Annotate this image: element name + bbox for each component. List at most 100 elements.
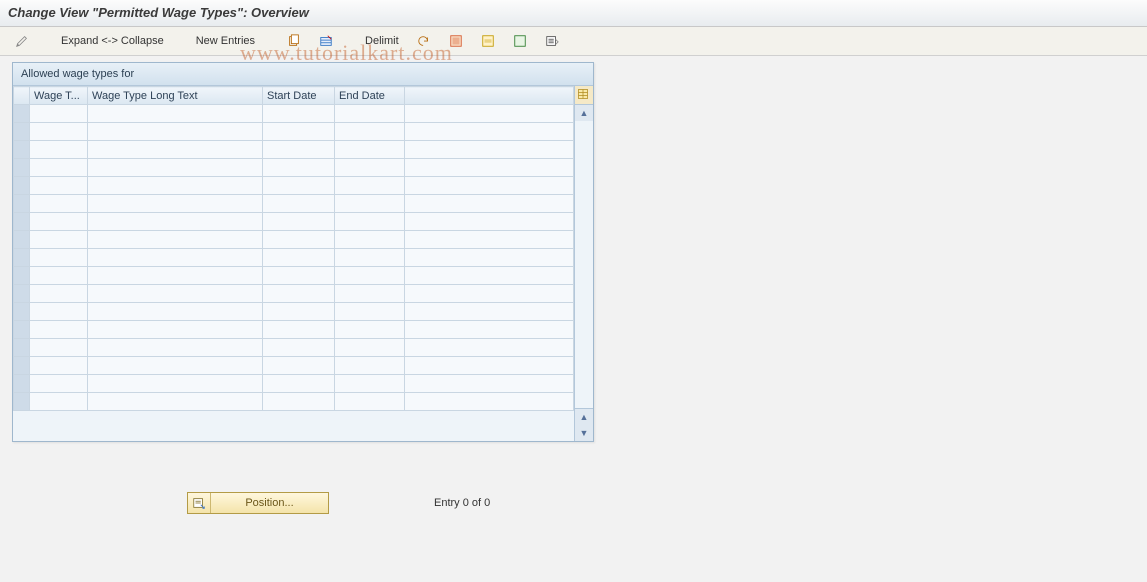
cell-end-date[interactable] — [335, 177, 405, 195]
cell-end-date[interactable] — [335, 141, 405, 159]
cell-wage-type[interactable] — [30, 177, 88, 195]
deselect-all-button[interactable] — [508, 31, 532, 51]
cell-wage-type[interactable] — [30, 285, 88, 303]
cell-end-date[interactable] — [335, 159, 405, 177]
delete-button[interactable] — [314, 31, 338, 51]
expand-collapse-button[interactable]: Expand <-> Collapse — [56, 32, 169, 50]
table-row[interactable] — [14, 213, 574, 231]
row-selector[interactable] — [14, 285, 30, 303]
cell-end-date[interactable] — [335, 249, 405, 267]
col-wage-type[interactable]: Wage T... — [30, 87, 88, 105]
cell-start-date[interactable] — [263, 339, 335, 357]
undo-change-button[interactable] — [412, 31, 436, 51]
table-row[interactable] — [14, 195, 574, 213]
row-selector[interactable] — [14, 339, 30, 357]
cell-wage-type-long[interactable] — [88, 141, 263, 159]
copy-as-button[interactable] — [282, 31, 306, 51]
cell-wage-type-long[interactable] — [88, 357, 263, 375]
table-row[interactable] — [14, 231, 574, 249]
select-block-button[interactable] — [476, 31, 500, 51]
scroll-down-button[interactable]: ▼ — [575, 425, 593, 441]
row-selector[interactable] — [14, 249, 30, 267]
cell-wage-type-long[interactable] — [88, 303, 263, 321]
col-select[interactable] — [14, 87, 30, 105]
cell-end-date[interactable] — [335, 393, 405, 411]
cell-wage-type[interactable] — [30, 393, 88, 411]
table-row[interactable] — [14, 249, 574, 267]
cell-wage-type[interactable] — [30, 105, 88, 123]
cell-wage-type-long[interactable] — [88, 105, 263, 123]
cell-start-date[interactable] — [263, 123, 335, 141]
cell-end-date[interactable] — [335, 213, 405, 231]
table-settings-button[interactable] — [575, 86, 593, 105]
cell-wage-type-long[interactable] — [88, 195, 263, 213]
row-selector[interactable] — [14, 141, 30, 159]
cell-end-date[interactable] — [335, 195, 405, 213]
cell-wage-type-long[interactable] — [88, 249, 263, 267]
row-selector[interactable] — [14, 393, 30, 411]
cell-start-date[interactable] — [263, 375, 335, 393]
cell-wage-type-long[interactable] — [88, 285, 263, 303]
position-button[interactable]: Position... — [187, 492, 329, 514]
cell-wage-type-long[interactable] — [88, 393, 263, 411]
cell-start-date[interactable] — [263, 357, 335, 375]
cell-wage-type-long[interactable] — [88, 159, 263, 177]
cell-start-date[interactable] — [263, 141, 335, 159]
cell-wage-type[interactable] — [30, 249, 88, 267]
cell-start-date[interactable] — [263, 321, 335, 339]
table-row[interactable] — [14, 339, 574, 357]
delimit-button[interactable]: Delimit — [360, 32, 404, 50]
cell-start-date[interactable] — [263, 231, 335, 249]
row-selector[interactable] — [14, 375, 30, 393]
cell-start-date[interactable] — [263, 213, 335, 231]
cell-wage-type-long[interactable] — [88, 267, 263, 285]
cell-end-date[interactable] — [335, 123, 405, 141]
cell-start-date[interactable] — [263, 393, 335, 411]
cell-end-date[interactable] — [335, 231, 405, 249]
cell-wage-type[interactable] — [30, 123, 88, 141]
cell-wage-type[interactable] — [30, 357, 88, 375]
cell-end-date[interactable] — [335, 267, 405, 285]
cell-wage-type[interactable] — [30, 231, 88, 249]
row-selector[interactable] — [14, 213, 30, 231]
cell-wage-type-long[interactable] — [88, 123, 263, 141]
cell-wage-type[interactable] — [30, 303, 88, 321]
cell-start-date[interactable] — [263, 249, 335, 267]
table-row[interactable] — [14, 303, 574, 321]
cell-wage-type[interactable] — [30, 213, 88, 231]
table-row[interactable] — [14, 285, 574, 303]
table-row[interactable] — [14, 159, 574, 177]
row-selector[interactable] — [14, 195, 30, 213]
wage-types-table[interactable]: Wage T... Wage Type Long Text Start Date… — [13, 86, 574, 411]
cell-end-date[interactable] — [335, 375, 405, 393]
row-selector[interactable] — [14, 177, 30, 195]
cell-start-date[interactable] — [263, 303, 335, 321]
table-row[interactable] — [14, 141, 574, 159]
row-selector[interactable] — [14, 303, 30, 321]
table-row[interactable] — [14, 321, 574, 339]
scrollbar-track[interactable] — [575, 121, 593, 408]
cell-wage-type-long[interactable] — [88, 375, 263, 393]
cell-wage-type-long[interactable] — [88, 177, 263, 195]
table-row[interactable] — [14, 105, 574, 123]
cell-wage-type[interactable] — [30, 267, 88, 285]
cell-wage-type[interactable] — [30, 141, 88, 159]
cell-wage-type[interactable] — [30, 195, 88, 213]
row-selector[interactable] — [14, 159, 30, 177]
col-wage-type-long[interactable]: Wage Type Long Text — [88, 87, 263, 105]
cell-wage-type-long[interactable] — [88, 321, 263, 339]
scroll-up-button[interactable]: ▲ — [575, 105, 593, 121]
col-end-date[interactable]: End Date — [335, 87, 405, 105]
print-button[interactable] — [540, 31, 564, 51]
scroll-down-step-button[interactable]: ▲ — [575, 408, 593, 425]
cell-wage-type-long[interactable] — [88, 231, 263, 249]
table-row[interactable] — [14, 267, 574, 285]
row-selector[interactable] — [14, 321, 30, 339]
row-selector[interactable] — [14, 105, 30, 123]
cell-wage-type-long[interactable] — [88, 213, 263, 231]
cell-start-date[interactable] — [263, 159, 335, 177]
cell-start-date[interactable] — [263, 105, 335, 123]
cell-end-date[interactable] — [335, 357, 405, 375]
cell-end-date[interactable] — [335, 321, 405, 339]
other-view-button[interactable] — [10, 31, 34, 51]
